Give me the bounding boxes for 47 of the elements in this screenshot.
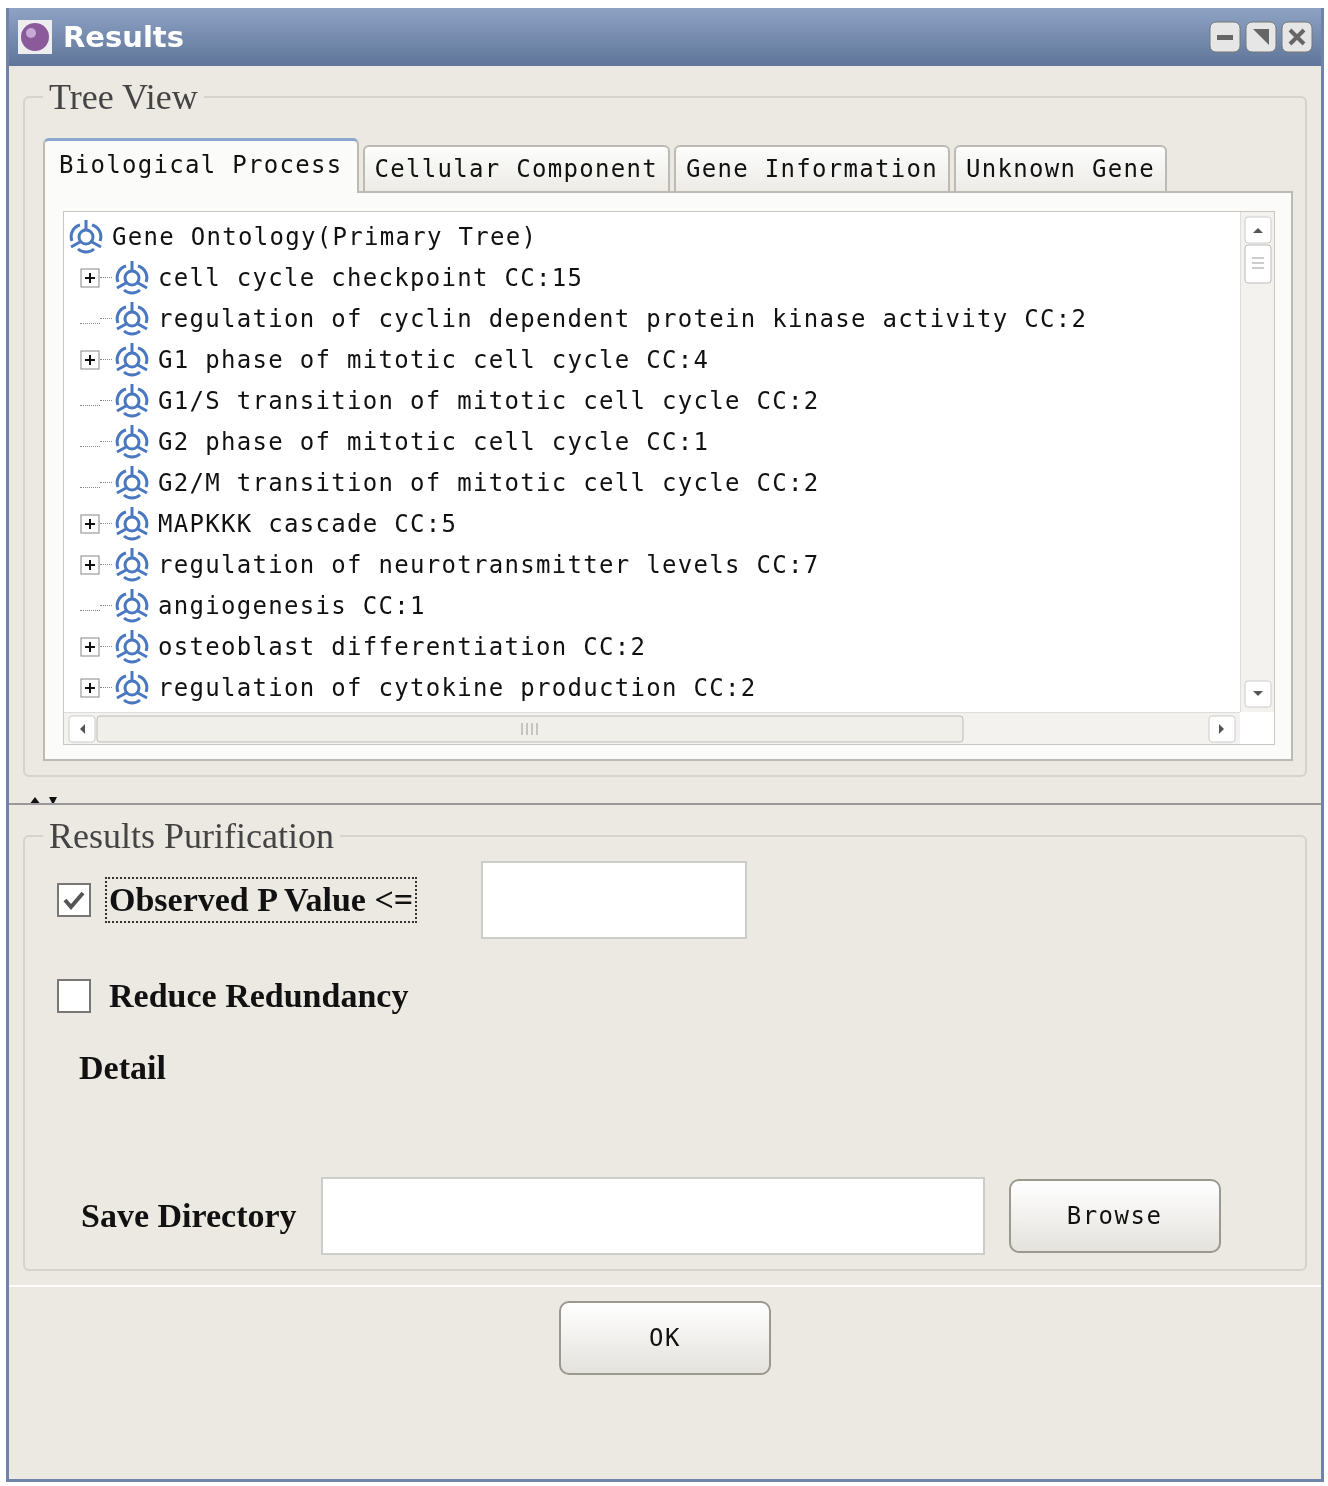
tree-item[interactable]: G2/M transition of mitotic cell cycle CC:2: [158, 468, 820, 497]
group-title: Results Purification: [48, 815, 335, 857]
checkbox[interactable]: [57, 883, 91, 917]
tree-item[interactable]: G1 phase of mitotic cell cycle CC:4: [158, 345, 710, 374]
tree-item[interactable]: regulation of neurotransmitter levels CC:7: [158, 550, 820, 579]
tree-item[interactable]: MAPKKK cascade CC:5: [158, 509, 458, 538]
window-title: Results: [63, 20, 184, 54]
section-label: Detail: [79, 1049, 167, 1087]
tree-item[interactable]: regulation of cyclin dependent protein kinase activity CC:2: [158, 304, 1088, 333]
vertical-scrollbar[interactable]: [1240, 212, 1274, 712]
tree-root[interactable]: Gene Ontology(Primary Tree): [112, 222, 538, 251]
scroll-up-icon[interactable]: [1243, 216, 1272, 244]
tab[interactable]: Unknown Gene: [954, 145, 1167, 191]
maximize-icon[interactable]: [1245, 21, 1277, 53]
tab[interactable]: Biological Process: [43, 138, 359, 193]
tree-item[interactable]: regulation of cytokine production CC:2: [158, 673, 757, 702]
expand-icon[interactable]: [80, 267, 100, 288]
close-icon[interactable]: [1281, 21, 1313, 53]
scroll-thumb[interactable]: [96, 714, 964, 743]
input-field[interactable]: [481, 861, 748, 939]
scroll-thumb[interactable]: [1243, 244, 1272, 284]
expand-icon[interactable]: [80, 677, 100, 698]
tab[interactable]: Cellular Component: [362, 145, 670, 191]
scroll-right-icon[interactable]: [1208, 714, 1236, 743]
expand-icon[interactable]: [80, 349, 100, 370]
app-icon: [17, 19, 53, 55]
expand-icon[interactable]: [80, 636, 100, 657]
minimize-icon[interactable]: [1209, 21, 1241, 53]
horizontal-scrollbar[interactable]: [64, 712, 1240, 744]
tab[interactable]: Gene Information: [674, 145, 950, 191]
tree-item[interactable]: angiogenesis CC:1: [158, 591, 426, 620]
checkbox-label[interactable]: Reduce Redundancy: [105, 973, 413, 1019]
field-label: Save Directory: [81, 1197, 297, 1235]
scroll-down-icon[interactable]: [1243, 680, 1272, 708]
tree-item[interactable]: cell cycle checkpoint CC:15: [158, 263, 584, 292]
checkbox[interactable]: [57, 979, 91, 1013]
scroll-left-icon[interactable]: [68, 714, 96, 743]
input-field[interactable]: [320, 1177, 985, 1255]
expand-icon[interactable]: [80, 513, 100, 534]
checkbox-label[interactable]: Observed P Value <=: [105, 877, 418, 923]
tree-item[interactable]: G1/S transition of mitotic cell cycle CC:2: [158, 386, 820, 415]
tree-item[interactable]: osteoblast differentiation CC:2: [158, 632, 647, 661]
expand-icon[interactable]: [80, 554, 100, 575]
group-title: Tree View: [48, 76, 199, 118]
browse-button[interactable]: Browse: [1008, 1179, 1221, 1253]
tree-item[interactable]: G2 phase of mitotic cell cycle CC:1: [158, 427, 710, 456]
ok-button[interactable]: OK: [559, 1301, 771, 1375]
